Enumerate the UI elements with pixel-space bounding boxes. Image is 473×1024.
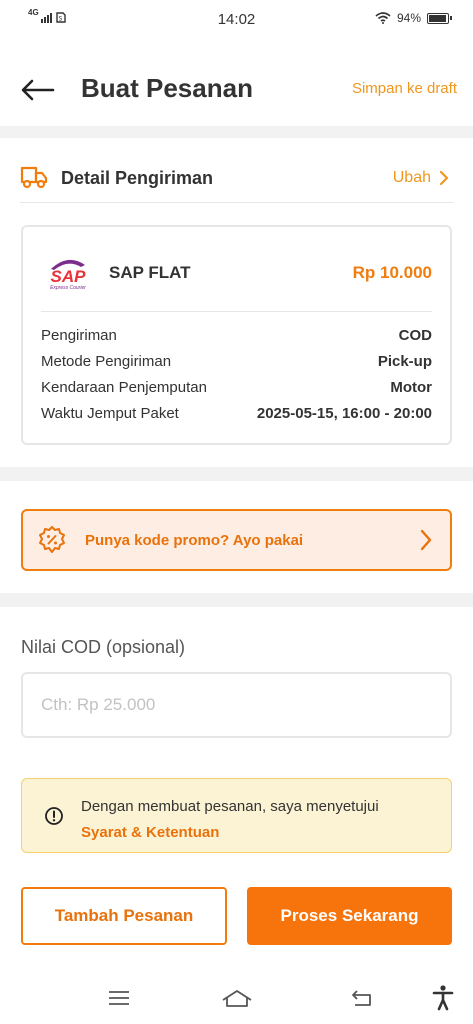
edit-shipping-link[interactable]: Ubah [393, 169, 449, 187]
terms-notice: Dengan membuat pesanan, saya menyetujui … [21, 778, 452, 853]
nav-home-button[interactable] [219, 983, 255, 1013]
shipping-section-header: Detail Pengiriman Ubah [0, 150, 473, 206]
terms-link[interactable]: Syarat & Ketentuan [81, 824, 219, 841]
section-divider [0, 593, 473, 607]
cod-input[interactable] [21, 672, 452, 738]
promo-text: Punya kode promo? Ayo pakai [85, 532, 304, 549]
status-right: 94% [375, 11, 452, 25]
status-bar: 4G S 14:02 94% [0, 0, 473, 38]
chevron-right-icon [439, 170, 449, 186]
terms-statement: Dengan membuat pesanan, saya menyetujui [81, 798, 379, 815]
save-draft-link[interactable]: Simpan ke draft [352, 80, 457, 97]
terms-text: Dengan membuat pesanan, saya menyetujui … [81, 794, 379, 846]
nav-back-button[interactable] [344, 983, 378, 1013]
truck-icon [20, 166, 48, 189]
chevron-right-icon [420, 529, 432, 551]
nav-menu-button[interactable] [102, 983, 136, 1013]
add-order-button[interactable]: Tambah Pesanan [21, 887, 227, 945]
home-icon [222, 990, 252, 1007]
detail-label: Pengiriman [41, 327, 117, 344]
back-button[interactable] [18, 72, 58, 108]
section-divider [0, 467, 473, 481]
sap-logo: SAP Express Courier [50, 259, 87, 291]
system-nav-bar [0, 975, 473, 1024]
info-icon [45, 807, 63, 825]
detail-value: 2025-05-15, 16:00 - 20:00 [256, 405, 432, 422]
divider [20, 202, 453, 203]
discount-badge-icon [39, 526, 65, 553]
courier-name: SAP FLAT [109, 263, 191, 282]
divider [41, 311, 432, 312]
edit-label: Ubah [392, 169, 431, 186]
process-now-button[interactable]: Proses Sekarang [247, 887, 452, 945]
wifi-icon [375, 12, 391, 24]
arrow-left-icon [21, 79, 55, 101]
battery-icon [427, 12, 452, 24]
accessibility-icon [432, 985, 454, 1011]
logo-subtext: Express Courier [50, 285, 86, 291]
promo-code-button[interactable]: Punya kode promo? Ayo pakai [21, 509, 452, 571]
detail-row-shipping: Pengiriman COD [41, 327, 432, 349]
section-divider [0, 126, 473, 138]
section-title: Detail Pengiriman [61, 168, 214, 188]
courier-card: SAP Express Courier SAP FLAT Rp 10.000 P… [21, 225, 452, 445]
detail-value: Pick-up [377, 353, 432, 370]
detail-value: Motor [390, 379, 432, 396]
detail-label: Waktu Jemput Paket [41, 405, 179, 422]
detail-label: Kendaraan Penjemputan [41, 379, 207, 396]
menu-icon [109, 991, 129, 1005]
cod-label: Nilai COD (opsional) [21, 637, 186, 657]
page-title: Buat Pesanan [81, 73, 253, 103]
detail-row-method: Metode Pengiriman Pick-up [41, 353, 432, 375]
back-icon [352, 990, 371, 1006]
logo-text: SAP [51, 267, 87, 286]
app-header: Buat Pesanan Simpan ke draft [0, 58, 473, 124]
detail-value: COD [398, 327, 432, 344]
battery-percent: 94% [396, 11, 421, 25]
shipping-price: Rp 10.000 [352, 263, 432, 282]
detail-row-vehicle: Kendaraan Penjemputan Motor [41, 379, 432, 401]
nav-accessibility-button[interactable] [426, 983, 460, 1013]
detail-row-pickup-time: Waktu Jemput Paket 2025-05-15, 16:00 - 2… [41, 405, 432, 427]
detail-label: Metode Pengiriman [41, 353, 172, 370]
